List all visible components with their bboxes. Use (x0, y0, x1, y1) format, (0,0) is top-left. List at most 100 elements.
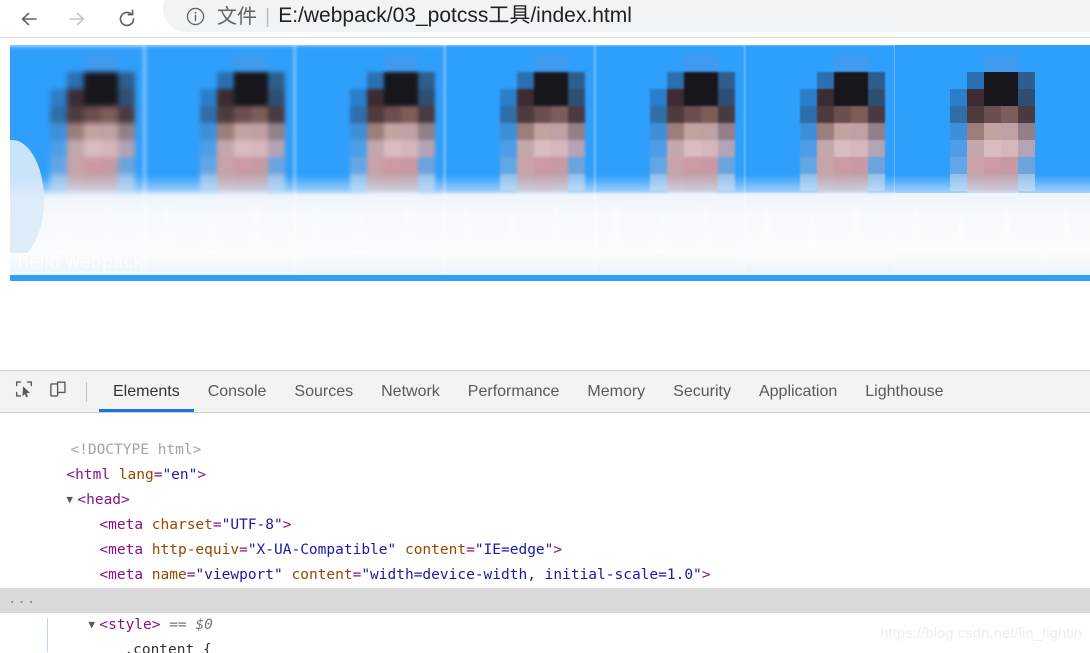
pixel-block (50, 89, 67, 106)
pixel-block (834, 72, 851, 89)
pixel-block (950, 123, 967, 140)
pixel-block (268, 157, 285, 174)
tab-security[interactable]: Security (659, 371, 745, 412)
pixel-block (367, 55, 384, 72)
pixel-block (118, 140, 135, 157)
url-separator: | (265, 6, 271, 28)
pixel-block (517, 89, 534, 106)
elements-tree[interactable]: <!DOCTYPE html> <html lang="en"> ▼ <head>… (0, 413, 1090, 653)
pixel-block (350, 123, 367, 140)
pixel-block (984, 123, 1001, 140)
pixel-block (251, 89, 268, 106)
pixel-block (418, 123, 435, 140)
code-line-css-comment[interactable]: /* 十六进制有些浏览器不支持8位*/ (0, 638, 1090, 653)
background-image-tile (445, 45, 595, 253)
pixel-block (200, 123, 217, 140)
pixel-block (650, 123, 667, 140)
background-strip-tile (895, 253, 1045, 275)
pixel-block (418, 157, 435, 174)
code-line-head[interactable]: ▼ <head> (0, 463, 1090, 508)
pixel-block (667, 106, 684, 123)
pixel-block (67, 89, 84, 106)
background-image-tile (745, 45, 895, 253)
code-line-html[interactable]: <html lang="en"> (0, 438, 1090, 483)
pixel-block (517, 106, 534, 123)
reload-button[interactable] (110, 2, 144, 36)
pixel-block (384, 72, 401, 89)
pixel-block (667, 89, 684, 106)
code-line-style-selected[interactable]: ··· ▼ <style> == $0 (0, 588, 1090, 633)
pixel-block (200, 106, 217, 123)
pixel-block (851, 89, 868, 106)
info-circle-icon[interactable] (185, 6, 206, 27)
background-strip-tile (145, 253, 295, 275)
pixel-block (234, 140, 251, 157)
forward-button[interactable] (60, 2, 94, 36)
code-line-title[interactable]: <title>Document</title> (0, 563, 1090, 608)
pixel-block (684, 55, 701, 72)
pixel-block (568, 55, 585, 72)
url-text[interactable]: E:/webpack/03_potcss工具/index.html (278, 0, 632, 29)
pixel-block (84, 89, 101, 106)
code-line-meta-charset[interactable]: <meta charset="UTF-8"> (0, 488, 1090, 533)
pixel-block (817, 89, 834, 106)
code-line-meta-viewport[interactable]: <meta name="viewport" content="width=dev… (0, 538, 1090, 583)
pixel-block (101, 106, 118, 123)
pixel-block (1001, 157, 1018, 174)
pixel-block (101, 123, 118, 140)
tab-performance[interactable]: Performance (454, 371, 574, 412)
pixel-block (1018, 157, 1035, 174)
pixel-block (851, 106, 868, 123)
pixel-block (500, 123, 517, 140)
tab-console[interactable]: Console (194, 371, 281, 412)
tab-network[interactable]: Network (367, 371, 454, 412)
inspect-element-icon (13, 378, 35, 405)
pixel-block (50, 157, 67, 174)
pixel-block (667, 55, 684, 72)
pixel-block (67, 140, 84, 157)
code-line-meta-compat[interactable]: <meta http-equiv="X-UA-Compatible" conte… (0, 513, 1090, 558)
tab-label: Elements (113, 382, 180, 400)
pixel-block (350, 89, 367, 106)
pixel-block (234, 123, 251, 140)
pixel-block (701, 123, 718, 140)
pixel-block (868, 72, 885, 89)
pixel-block (217, 89, 234, 106)
pixel-block (118, 157, 135, 174)
pixel-block (118, 55, 135, 72)
pixel-block (800, 123, 817, 140)
tab-memory[interactable]: Memory (573, 371, 659, 412)
pixel-block (67, 123, 84, 140)
tab-elements[interactable]: Elements (99, 371, 194, 412)
tab-application[interactable]: Application (745, 371, 851, 412)
tab-sources[interactable]: Sources (280, 371, 367, 412)
back-button[interactable] (12, 2, 46, 36)
devtools-panel: Elements Console Sources Network Performance… (0, 370, 1090, 653)
pixel-block (868, 123, 885, 140)
pixel-block (384, 89, 401, 106)
pixel-block (251, 157, 268, 174)
pixel-block (1018, 140, 1035, 157)
url-scheme-label: 文件 (217, 6, 257, 28)
code-line-doctype[interactable]: <!DOCTYPE html> (0, 413, 1090, 458)
code-line-css-selector[interactable]: .content { (0, 613, 1090, 653)
pixel-block (534, 72, 551, 89)
inspect-element-button[interactable] (10, 378, 38, 406)
pixel-block (817, 106, 834, 123)
pixel-block (268, 106, 285, 123)
pixel-block (650, 157, 667, 174)
pixel-block (401, 55, 418, 72)
pixel-block (967, 123, 984, 140)
foreground-streak (703, 205, 710, 251)
pixel-block (667, 140, 684, 157)
pixel-block (67, 157, 84, 174)
tab-lighthouse[interactable]: Lighthouse (851, 371, 957, 412)
device-toolbar-button[interactable] (44, 378, 72, 406)
hello-webpack-text: hello webpack (18, 253, 144, 273)
foreground-streak (313, 205, 320, 251)
pixel-block (701, 106, 718, 123)
pixel-block (384, 123, 401, 140)
address-bar[interactable]: 文件 | E:/webpack/03_potcss工具/index.html (163, 0, 1090, 32)
pixel-block (118, 89, 135, 106)
foreground-streak (253, 205, 260, 251)
